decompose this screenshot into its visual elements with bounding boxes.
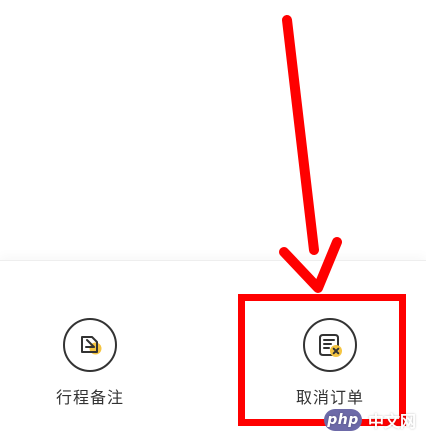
- trip-note-label: 行程备注: [55, 388, 124, 407]
- php-badge: php: [323, 409, 362, 431]
- content-area: [0, 0, 426, 260]
- watermark: php 中文网: [323, 407, 416, 433]
- trip-note-button[interactable]: 行程备注: [30, 318, 150, 428]
- watermark-text: 中文网: [367, 412, 416, 431]
- trip-note-icon: [63, 318, 117, 372]
